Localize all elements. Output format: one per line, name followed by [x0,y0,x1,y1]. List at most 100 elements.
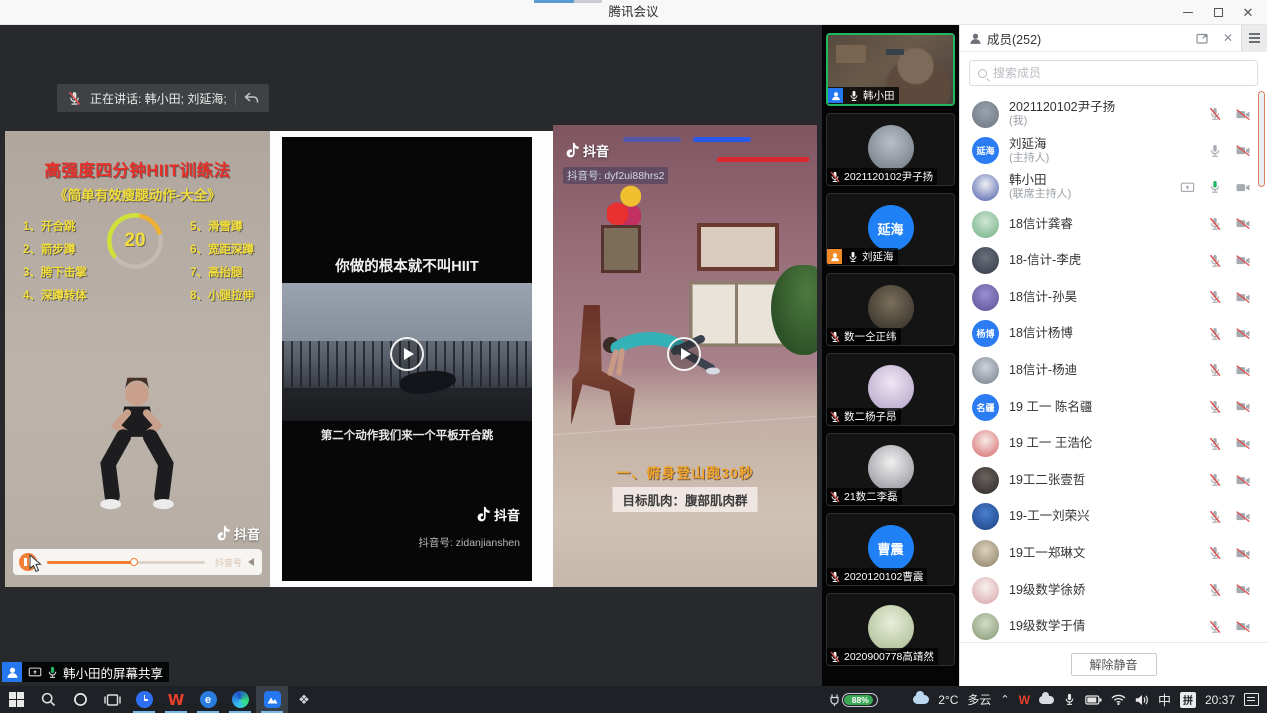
muted-mic-icon[interactable] [1208,107,1222,121]
camera-off-icon[interactable] [1235,548,1251,559]
temperature-label[interactable]: 2°C [938,693,958,707]
panel-menu-icon[interactable] [1241,25,1267,52]
member-search-box[interactable] [969,60,1258,86]
video-player-controls[interactable]: 抖音号 [13,549,262,575]
member-row[interactable]: 18信计-杨迪 [960,352,1267,389]
member-row[interactable]: 18-信计-李虎 [960,242,1267,279]
camera-off-icon[interactable] [1235,438,1251,449]
tray-wps-icon[interactable]: W [1019,693,1030,707]
camera-off-icon[interactable] [1235,511,1251,522]
volume-icon[interactable] [248,558,254,566]
close-button[interactable]: ✕ [1233,0,1263,25]
muted-mic-icon[interactable] [1208,583,1222,597]
weather-label[interactable]: 多云 [967,691,991,708]
action-center-icon[interactable] [1244,693,1259,706]
participant-thumbnail[interactable]: 数一仝正纬 [826,273,955,346]
member-row[interactable]: 韩小田(联席主持人) [960,169,1267,206]
member-row[interactable]: 19-工一刘荣兴 [960,499,1267,536]
taskbar-meeting-app-icon[interactable] [256,686,288,713]
muted-mic-icon[interactable] [1208,437,1222,451]
camera-off-icon[interactable] [1235,109,1251,120]
mic-icon[interactable] [1208,144,1222,158]
camera-off-icon[interactable] [1235,621,1251,632]
camera-off-icon[interactable] [1235,255,1251,266]
scrollbar-thumb[interactable] [1258,91,1265,187]
member-row[interactable]: 19级数学于倩 [960,608,1267,642]
muted-mic-icon[interactable] [1208,473,1222,487]
tray-expand-icon[interactable]: ⌃ [1000,693,1009,706]
muted-mic-icon[interactable] [1208,327,1222,341]
muted-mic-icon[interactable] [1208,620,1222,634]
participant-thumbnail[interactable]: 21数二李磊 [826,433,955,506]
muted-mic-icon[interactable] [1208,254,1222,268]
participant-thumbnail[interactable]: 2020900778高靖然 [826,593,955,666]
muted-mic-icon[interactable] [1208,400,1222,414]
member-row[interactable]: 19工二张壹哲 [960,462,1267,499]
participant-avatar: 延海 [868,205,914,251]
camera-off-icon[interactable] [1235,328,1251,339]
member-row[interactable]: 名疆19 工一 陈名疆 [960,389,1267,426]
close-panel-icon[interactable]: ✕ [1215,25,1241,52]
reply-arrow-icon[interactable] [244,92,259,104]
camera-off-icon[interactable] [1235,145,1251,156]
member-row[interactable]: 18信计龚睿 [960,206,1267,243]
battery-level-indicator[interactable]: 88% [830,693,878,707]
member-row[interactable]: 18信计-孙昊 [960,279,1267,316]
taskbar-browser-icon[interactable]: e [192,686,224,713]
camera-off-icon[interactable] [1235,365,1251,376]
participant-thumbnail[interactable]: 延海刘延海 [826,193,955,266]
maximize-button[interactable] [1203,0,1233,25]
taskbar-wps-icon[interactable]: W [160,686,192,713]
participant-avatar [868,285,914,331]
ime-language-indicator[interactable]: 中 [1158,690,1171,709]
tray-cloud-icon[interactable] [1039,696,1054,704]
ime-mode-indicator[interactable]: 拼 [1180,692,1196,708]
camera-off-icon[interactable] [1235,401,1251,412]
tray-battery-icon[interactable] [1085,695,1102,705]
member-row[interactable]: 延海刘延海(主持人) [960,133,1267,170]
camera-off-icon[interactable] [1235,218,1251,229]
camera-off-icon[interactable] [1235,584,1251,595]
participant-thumbnail[interactable]: 韩小田 [826,33,955,106]
member-row[interactable]: 19工一郑琳文 [960,535,1267,572]
member-row[interactable]: 2021120102尹子扬(我) [960,96,1267,133]
participant-thumbnail[interactable]: 2021120102尹子扬 [826,113,955,186]
camera-icon[interactable] [1235,182,1251,193]
mic-icon[interactable] [1208,180,1222,194]
tray-mic-icon[interactable] [1063,693,1076,706]
member-row[interactable]: 19级数学徐娇 [960,572,1267,609]
camera-off-icon[interactable] [1235,292,1251,303]
weather-icon[interactable] [913,695,929,704]
cortana-icon[interactable] [64,686,96,713]
start-button[interactable] [0,686,32,713]
popout-panel-icon[interactable] [1189,25,1215,52]
taskbar-edge-icon[interactable] [224,686,256,713]
clock-label[interactable]: 20:37 [1205,693,1235,707]
muted-mic-icon[interactable] [1208,510,1222,524]
wifi-icon[interactable] [1111,694,1126,705]
muted-mic-icon[interactable] [1208,290,1222,304]
muted-mic-icon[interactable] [1208,217,1222,231]
member-row[interactable]: 19 工一 王浩伦 [960,425,1267,462]
participant-thumbnail[interactable]: 曹震2020120102曹震 [826,513,955,586]
search-input[interactable] [993,66,1249,80]
taskbar-search-icon[interactable] [32,686,64,713]
camera-off-icon[interactable] [1235,475,1251,486]
task-view-icon[interactable] [96,686,128,713]
minimize-button[interactable] [1173,0,1203,25]
muted-mic-icon[interactable] [1208,546,1222,560]
member-row[interactable]: 杨博18信计杨博 [960,316,1267,353]
progress-bar[interactable] [47,561,205,564]
play-button[interactable] [667,337,701,371]
watermark-text: 抖音号 [215,556,242,569]
muted-mic-icon[interactable] [1208,363,1222,377]
play-button[interactable] [390,337,424,371]
volume-icon[interactable] [1135,694,1149,706]
member-role: (我) [1009,115,1198,128]
participant-thumbnail[interactable]: 数二杨子昂 [826,353,955,426]
taskbar-clock-app-icon[interactable] [128,686,160,713]
member-avatar [972,577,999,604]
taskbar-pc-manager-icon[interactable]: ❖ [288,686,320,713]
members-panel: 成员(252) ✕ 2021120102尹子扬(我)延海刘延海(主持人)韩小田(… [959,25,1267,686]
unmute-button[interactable]: 解除静音 [1071,653,1157,676]
